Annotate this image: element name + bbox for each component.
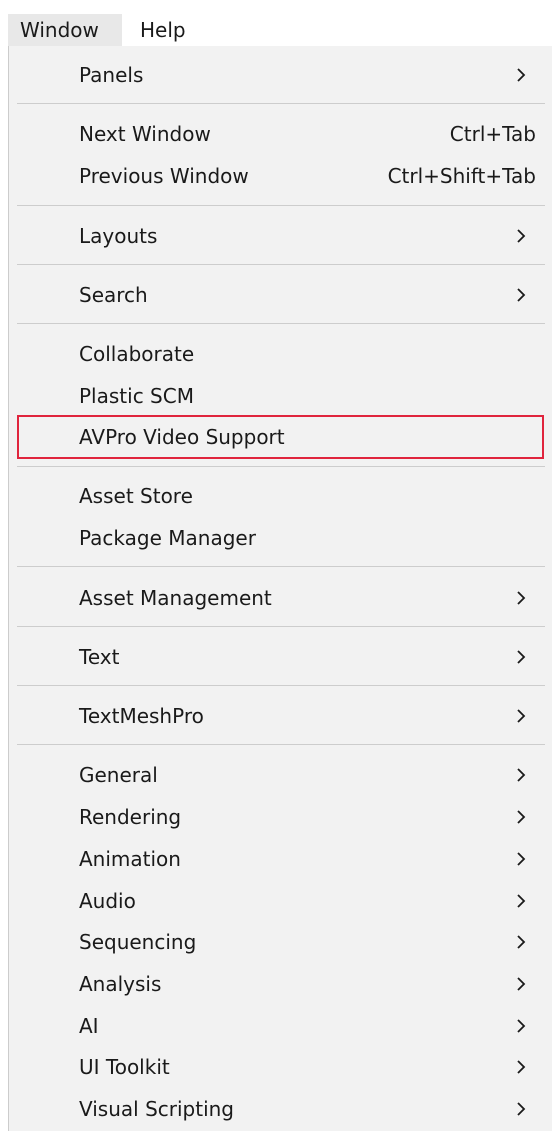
window-dropdown-menu: Panels Next Window Ctrl+Tab Previous Win… bbox=[8, 46, 552, 1131]
menu-item-collaborate[interactable]: Collaborate bbox=[9, 333, 553, 375]
menu-item-label: Search bbox=[79, 283, 148, 307]
menu-item-label: General bbox=[79, 763, 158, 787]
menu-item-panels[interactable]: Panels bbox=[9, 54, 553, 96]
chevron-right-icon bbox=[511, 647, 531, 667]
menu-item-layouts[interactable]: Layouts bbox=[9, 215, 553, 257]
menu-separator bbox=[17, 323, 545, 324]
chevron-right-icon bbox=[511, 226, 531, 246]
menu-item-label: Analysis bbox=[79, 972, 162, 996]
menu-item-label: TextMeshPro bbox=[79, 704, 204, 728]
menu-item-label: Package Manager bbox=[79, 526, 256, 550]
chevron-right-icon bbox=[511, 1099, 531, 1119]
chevron-right-icon bbox=[511, 849, 531, 869]
menu-item-next-window[interactable]: Next Window Ctrl+Tab bbox=[9, 113, 553, 155]
shortcut-label: Ctrl+Tab bbox=[449, 122, 536, 146]
menu-item-label: Visual Scripting bbox=[79, 1097, 234, 1121]
menu-item-audio[interactable]: Audio bbox=[9, 880, 553, 922]
menu-item-label: AI bbox=[79, 1014, 99, 1038]
menu-item-label: Previous Window bbox=[79, 164, 249, 188]
menu-item-ai[interactable]: AI bbox=[9, 1005, 553, 1047]
menu-item-plastic-scm[interactable]: Plastic SCM bbox=[9, 375, 553, 417]
menu-item-general[interactable]: General bbox=[9, 754, 553, 796]
menu-item-avpro-video-support[interactable]: AVPro Video Support bbox=[9, 416, 553, 458]
menu-item-label: Audio bbox=[79, 889, 136, 913]
chevron-right-icon bbox=[511, 1057, 531, 1077]
menubar-window[interactable]: Window bbox=[8, 14, 122, 46]
menu-item-label: Layouts bbox=[79, 224, 158, 248]
chevron-right-icon bbox=[511, 891, 531, 911]
menu-item-label: Plastic SCM bbox=[79, 384, 194, 408]
chevron-right-icon bbox=[511, 807, 531, 827]
chevron-right-icon bbox=[511, 932, 531, 952]
menu-separator bbox=[17, 744, 545, 745]
menu-separator bbox=[17, 205, 545, 206]
menu-separator bbox=[17, 685, 545, 686]
menu-item-ui-toolkit[interactable]: UI Toolkit bbox=[9, 1046, 553, 1088]
menu-item-label: Collaborate bbox=[79, 342, 195, 366]
menu-item-label: AVPro Video Support bbox=[79, 425, 285, 449]
menu-separator bbox=[17, 466, 545, 467]
menu-item-asset-management[interactable]: Asset Management bbox=[9, 577, 553, 619]
menu-item-text[interactable]: Text bbox=[9, 636, 553, 678]
menu-item-search[interactable]: Search bbox=[9, 274, 553, 316]
menubar-help[interactable]: Help bbox=[128, 14, 198, 46]
menu-separator bbox=[17, 264, 545, 265]
menu-item-asset-store[interactable]: Asset Store bbox=[9, 475, 553, 517]
shortcut-label: Ctrl+Shift+Tab bbox=[387, 164, 536, 188]
menu-item-label: Text bbox=[79, 645, 120, 669]
menu-item-label: UI Toolkit bbox=[79, 1055, 170, 1079]
menu-item-label: Animation bbox=[79, 847, 181, 871]
chevron-right-icon bbox=[511, 765, 531, 785]
chevron-right-icon bbox=[511, 588, 531, 608]
menu-item-visual-scripting[interactable]: Visual Scripting bbox=[9, 1088, 553, 1130]
menu-item-rendering[interactable]: Rendering bbox=[9, 796, 553, 838]
menu-item-package-manager[interactable]: Package Manager bbox=[9, 517, 553, 559]
menu-item-label: Next Window bbox=[79, 122, 211, 146]
menu-item-label: Rendering bbox=[79, 805, 182, 829]
menu-item-previous-window[interactable]: Previous Window Ctrl+Shift+Tab bbox=[9, 155, 553, 197]
menu-item-label: Asset Store bbox=[79, 484, 193, 508]
menu-separator bbox=[17, 626, 545, 627]
chevron-right-icon bbox=[511, 974, 531, 994]
menu-item-label: Asset Management bbox=[79, 586, 272, 610]
menu-bar: Window Help bbox=[0, 0, 560, 46]
menu-item-animation[interactable]: Animation bbox=[9, 838, 553, 880]
menu-item-label: Sequencing bbox=[79, 930, 197, 954]
chevron-right-icon bbox=[511, 65, 531, 85]
chevron-right-icon bbox=[511, 706, 531, 726]
chevron-right-icon bbox=[511, 1016, 531, 1036]
chevron-right-icon bbox=[511, 285, 531, 305]
menu-item-sequencing[interactable]: Sequencing bbox=[9, 921, 553, 963]
menu-separator bbox=[17, 103, 545, 104]
menu-separator bbox=[17, 566, 545, 567]
menu-item-label: Panels bbox=[79, 63, 144, 87]
menu-item-analysis[interactable]: Analysis bbox=[9, 963, 553, 1005]
menu-item-textmeshpro[interactable]: TextMeshPro bbox=[9, 695, 553, 737]
